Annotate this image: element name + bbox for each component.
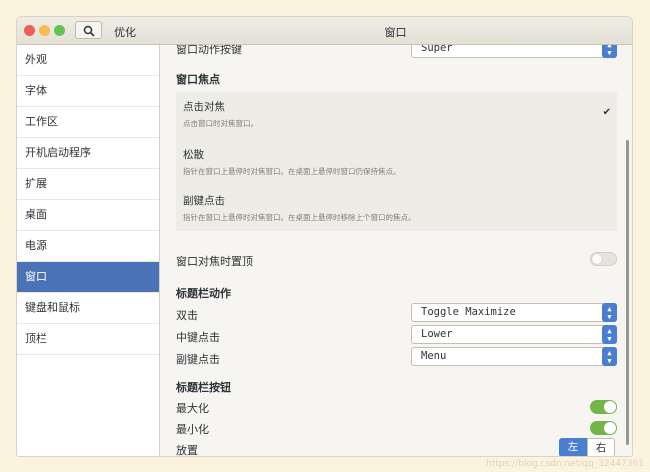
secondary-click-combo[interactable]: Menu ▲ ▼	[411, 347, 617, 366]
sidebar-item-extensions[interactable]: 扩展	[17, 169, 159, 200]
maximize-label: 最大化	[176, 402, 209, 415]
focus-option-click[interactable]: 点击对焦 点击窗口时对焦窗口。 ✔	[183, 99, 611, 129]
sidebar-item-startup-apps[interactable]: 开机启动程序	[17, 138, 159, 169]
titlebar: 优化 窗口	[17, 17, 632, 45]
focus-option-sloppy[interactable]: 松散 指针在窗口上悬停时对焦窗口。在桌面上悬停时窗口仍保持焦点。	[183, 147, 401, 177]
secondary-click-label: 副键点击	[176, 353, 220, 366]
option-title: 点击对焦	[183, 101, 225, 113]
watermark: https://blog.csdn.net/qq_32447361	[485, 459, 644, 469]
maximize-window-button[interactable]	[54, 25, 65, 36]
combo-value: Super	[421, 45, 453, 54]
middle-click-label: 中键点击	[176, 331, 220, 344]
app-name: 优化	[114, 26, 136, 39]
option-description: 指针在窗口上悬停时对焦窗口。在桌面上悬停时移除上个窗口的焦点。	[183, 213, 416, 222]
sidebar-item-keyboard-mouse[interactable]: 键盘和鼠标	[17, 293, 159, 324]
sidebar-item-appearance[interactable]: 外观	[17, 45, 159, 76]
raise-on-focus-switch[interactable]	[590, 252, 617, 266]
combo-value: Menu	[421, 350, 447, 362]
double-click-label: 双击	[176, 309, 198, 322]
section-titlebar-actions: 标题栏动作	[176, 287, 231, 300]
option-description: 指针在窗口上悬停时对焦窗口。在桌面上悬停时窗口仍保持焦点。	[183, 167, 401, 176]
sidebar: 外观 字体 工作区 开机启动程序 扩展 桌面 电源 窗口 键盘和鼠标 顶栏	[17, 45, 160, 456]
minimize-label: 最小化	[176, 423, 209, 436]
raise-on-focus-label: 窗口对焦时置顶	[176, 255, 253, 268]
sidebar-item-power[interactable]: 电源	[17, 231, 159, 262]
option-description: 点击窗口时对焦窗口。	[183, 119, 258, 128]
chevron-updown-icon: ▲▼	[602, 325, 617, 344]
window-action-key-combo[interactable]: Super ▲▼	[411, 45, 617, 58]
double-click-combo[interactable]: Toggle Maximize ▲ ▼	[411, 303, 617, 322]
middle-click-combo[interactable]: Lower ▲ ▼	[411, 325, 617, 344]
checkmark-icon: ✔	[602, 107, 611, 118]
minimize-window-button[interactable]	[39, 25, 50, 36]
focus-option-secondary-click[interactable]: 副键点击 指针在窗口上悬停时对焦窗口。在桌面上悬停时移除上个窗口的焦点。	[183, 193, 416, 223]
window-action-key-label: 窗口动作按键	[176, 45, 242, 56]
scrollbar[interactable]	[626, 140, 629, 445]
page-title: 窗口	[384, 26, 407, 39]
combo-value: Lower	[421, 328, 453, 340]
close-window-button[interactable]	[24, 25, 35, 36]
chevron-updown-icon: ▲▼	[602, 45, 617, 58]
section-titlebar-buttons: 标题栏按钮	[176, 381, 231, 394]
sidebar-item-fonts[interactable]: 字体	[17, 76, 159, 107]
tweaks-window: 优化 窗口 外观 字体 工作区 开机启动程序 扩展 桌面 电源 窗口 键盘和鼠标…	[17, 17, 632, 456]
focus-mode-list: 点击对焦 点击窗口时对焦窗口。 ✔ 松散 指针在窗口上悬停时对焦窗口。在桌面上悬…	[176, 92, 617, 231]
search-button[interactable]	[75, 21, 102, 39]
section-window-focus: 窗口焦点	[176, 73, 220, 86]
switch-knob	[604, 401, 616, 413]
switch-knob	[592, 254, 602, 264]
chevron-updown-icon: ▲▼	[602, 347, 617, 366]
switch-knob	[604, 422, 616, 434]
placement-right-button[interactable]: 右	[587, 438, 615, 456]
option-title: 松散	[183, 149, 204, 161]
sidebar-item-desktop[interactable]: 桌面	[17, 200, 159, 231]
sidebar-item-top-bar[interactable]: 顶栏	[17, 324, 159, 355]
minimize-switch[interactable]	[590, 421, 617, 435]
placement-toggle: 左 右	[559, 438, 615, 456]
placement-label: 放置	[176, 444, 198, 456]
sidebar-item-windows[interactable]: 窗口	[17, 262, 159, 293]
maximize-switch[interactable]	[590, 400, 617, 414]
placement-left-button[interactable]: 左	[559, 438, 587, 456]
sidebar-item-workspaces[interactable]: 工作区	[17, 107, 159, 138]
combo-value: Toggle Maximize	[421, 306, 516, 318]
chevron-updown-icon: ▲▼	[602, 303, 617, 322]
option-title: 副键点击	[183, 195, 225, 207]
settings-panel: 窗口动作按键 Super ▲▼ 窗口焦点 点击对焦 点击窗口时对焦窗口。 ✔ 松…	[160, 45, 632, 456]
